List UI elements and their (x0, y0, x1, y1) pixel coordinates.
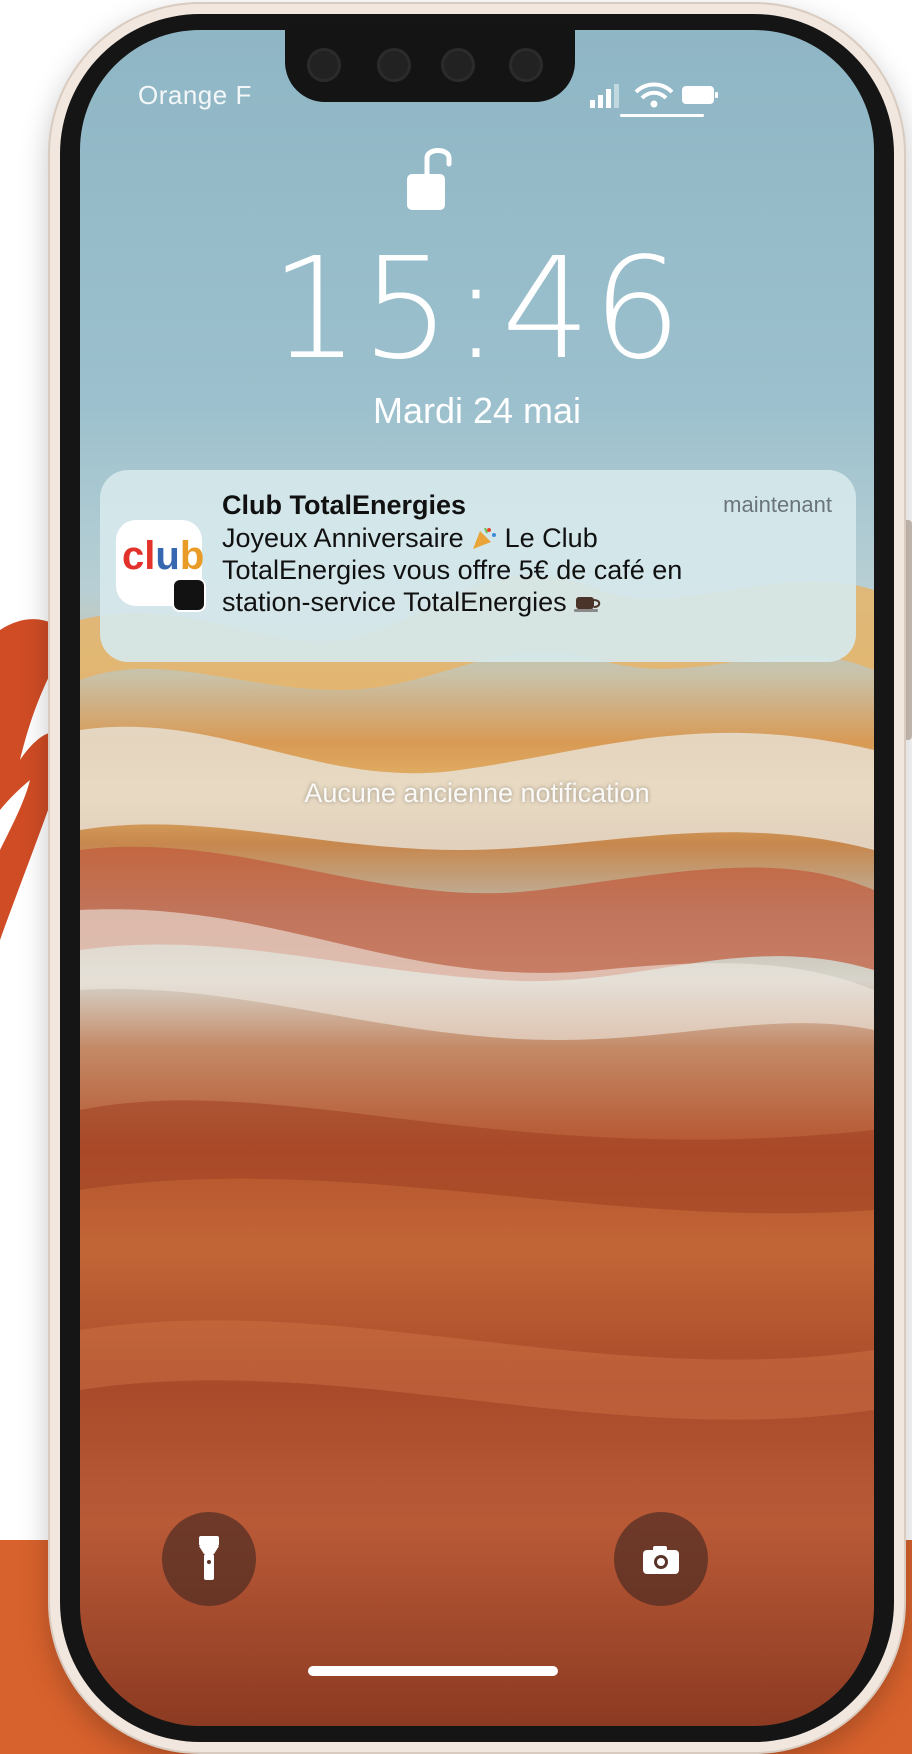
flashlight-icon (199, 1536, 219, 1580)
notification-body: Joyeux Anniversaire Le Club TotalEnergie… (222, 522, 832, 618)
notification-card[interactable]: club Club TotalEnergies maintenant Joyeu… (100, 470, 856, 662)
lock-screen-date: Mardi 24 mai (372, 390, 582, 431)
camera-button[interactable] (614, 1512, 708, 1606)
signal-icon (590, 84, 619, 108)
coffee-cup-icon (574, 597, 601, 612)
carrier-name: Orange F (138, 80, 252, 110)
status-indicator-line (620, 114, 704, 117)
lock-screen-time: 15:46 (270, 228, 684, 391)
lock-screen: Orange F 15:46 Mardi 24 mai club Club To… (80, 30, 874, 1726)
front-camera-icon (307, 48, 341, 82)
notification-body-line3: station-service TotalEnergies (222, 587, 575, 617)
club-logo: club (122, 534, 205, 578)
notification-body-line1-end: Le Club (497, 523, 598, 553)
party-popper-icon (473, 527, 497, 549)
no-older-notifications-label: Aucune ancienne notification (304, 778, 650, 808)
sensor-icon (441, 48, 475, 82)
flashlight-button[interactable] (162, 1512, 256, 1606)
unlocked-padlock-icon[interactable] (405, 142, 453, 212)
wifi-icon (634, 82, 674, 108)
notification-body-line1: Joyeux Anniversaire (222, 523, 472, 553)
home-indicator[interactable] (308, 1666, 558, 1676)
camera-icon (643, 1546, 679, 1574)
sensor-icon (509, 48, 543, 82)
notification-timestamp: maintenant (723, 492, 832, 517)
status-icons (590, 82, 718, 108)
sensor-icon (377, 48, 411, 82)
camera-notch (285, 30, 575, 102)
battery-icon (682, 86, 718, 104)
wallet-badge-icon (174, 580, 204, 610)
notification-body-line2: TotalEnergies vous offre 5€ de café en (222, 555, 683, 585)
notification-app-name: Club TotalEnergies (222, 490, 467, 520)
club-totalenergies-app-icon: club (116, 520, 205, 610)
